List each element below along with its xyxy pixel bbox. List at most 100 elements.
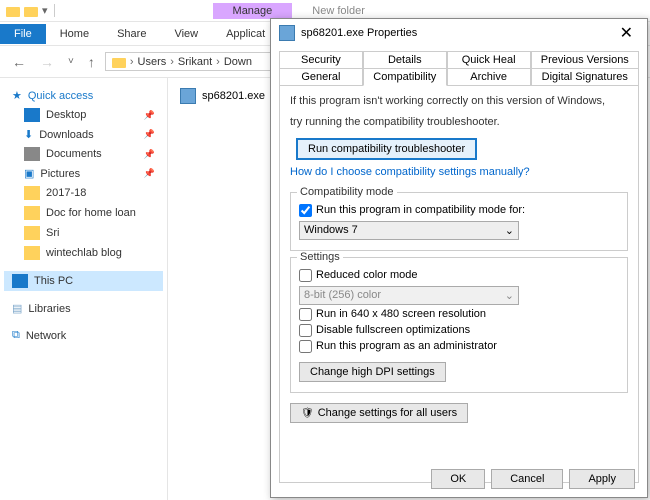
help-text: If this program isn't working correctly … [290,94,628,109]
settings-group: Settings Reduced color mode 8-bit (256) … [290,257,628,393]
apply-button[interactable]: Apply [569,469,635,489]
checkbox-label: Run in 640 x 480 screen resolution [316,308,486,320]
sidebar-item-label: Sri [46,227,59,239]
breadcrumb-item[interactable]: Users [138,56,167,68]
sidebar-item-label: Quick access [28,90,93,102]
checkbox-label: Reduced color mode [316,269,418,281]
tab-security[interactable]: Security [279,51,363,69]
quick-access-toolbar: ▾ [0,4,63,17]
help-link[interactable]: How do I choose compatibility settings m… [290,166,530,178]
contextual-tab-manage[interactable]: Manage [213,3,293,19]
run-troubleshooter-button[interactable]: Run compatibility troubleshooter [296,138,477,160]
folder-icon [24,186,40,200]
network-icon: ⧉ [12,329,20,342]
sidebar-item-label: 2017-18 [46,187,86,199]
color-mode-select: 8-bit (256) color ⌄ [299,286,519,305]
checkbox-label: Run this program as an administrator [316,340,497,352]
breadcrumb-item[interactable]: Down [224,56,252,68]
exe-icon [279,25,295,41]
sidebar-item-label: Network [26,330,66,342]
cancel-button[interactable]: Cancel [491,469,563,489]
disable-fullscreen-checkbox[interactable]: Disable fullscreen optimizations [299,324,619,337]
dialog-title: sp68201.exe Properties [301,27,417,39]
select-value: 8-bit (256) color [304,289,381,301]
chevron-icon: › [216,56,220,68]
sidebar-item-label: Pictures [40,168,80,180]
sidebar-item-label: This PC [34,275,73,287]
low-res-checkbox[interactable]: Run in 640 x 480 screen resolution [299,308,619,321]
sidebar-item[interactable]: 2017-18 [4,183,163,203]
ribbon-file[interactable]: File [0,24,46,44]
sidebar-item-label: Downloads [39,129,93,141]
tab-digital-signatures[interactable]: Digital Signatures [531,68,639,86]
pictures-icon: ▣ [24,167,34,180]
ribbon-view[interactable]: View [160,24,212,44]
history-dropdown[interactable]: ˅ [64,54,78,69]
back-button[interactable]: ← [8,52,30,72]
tab-compatibility[interactable]: Compatibility [363,68,447,86]
chevron-icon: › [170,56,174,68]
up-button[interactable]: ↑ [84,52,99,72]
checkbox-input[interactable] [299,308,312,321]
checkbox-input[interactable] [299,324,312,337]
sidebar-desktop[interactable]: Desktop📌 [4,105,163,125]
sidebar-item-label: wintechlab blog [46,247,122,259]
sidebar-quick-access[interactable]: ★ Quick access [4,86,163,105]
pin-icon: 📌 [144,168,155,179]
run-as-admin-checkbox[interactable]: Run this program as an administrator [299,340,619,353]
tab-panel-compatibility: If this program isn't working correctly … [279,85,639,483]
sidebar-item-label: Documents [46,148,102,160]
ok-button[interactable]: OK [431,469,485,489]
tab-strip: Security Details Quick Heal Previous Ver… [271,47,647,85]
sidebar-item-label: Libraries [28,303,70,315]
dialog-titlebar[interactable]: sp68201.exe Properties ✕ [271,19,647,47]
qat-overflow[interactable]: ▾ [42,4,48,17]
tab-archive[interactable]: Archive [447,68,531,86]
compat-os-select[interactable]: Windows 7 ⌄ [299,221,519,240]
change-all-users-button[interactable]: Change settings for all users [290,403,468,423]
compat-mode-checkbox[interactable]: Run this program in compatibility mode f… [299,204,619,217]
pin-icon: 📌 [144,129,155,140]
sidebar-this-pc[interactable]: This PC [4,271,163,291]
folder-icon [24,206,40,220]
sidebar-downloads[interactable]: ⬇ Downloads 📌 [4,125,163,144]
sidebar-item[interactable]: Sri [4,223,163,243]
sidebar-libraries[interactable]: ▤Libraries [4,299,163,318]
window-title: New folder [292,3,385,19]
monitor-icon [12,274,28,288]
forward-button[interactable]: → [36,52,58,72]
sidebar-network[interactable]: ⧉ Network [4,326,163,345]
properties-dialog: sp68201.exe Properties ✕ Security Detail… [270,18,648,498]
file-name: sp68201.exe [202,90,265,102]
tab-details[interactable]: Details [363,51,447,69]
sidebar-item[interactable]: wintechlab blog [4,243,163,263]
sidebar: ★ Quick access Desktop📌 ⬇ Downloads 📌 Docum… [0,78,168,500]
desktop-icon [24,108,40,122]
change-dpi-button[interactable]: Change high DPI settings [299,362,446,382]
folder-icon[interactable] [6,7,20,17]
close-button[interactable]: ✕ [614,23,639,43]
chevron-down-icon: ⌄ [505,289,514,302]
tab-quickheal[interactable]: Quick Heal [447,51,531,69]
sidebar-item-label: Doc for home loan [46,207,136,219]
checkbox-label: Disable fullscreen optimizations [316,324,470,336]
sidebar-pictures[interactable]: ▣ Pictures 📌 [4,164,163,183]
tab-general[interactable]: General [279,68,363,86]
star-icon: ★ [12,89,22,102]
folder-icon [24,246,40,260]
breadcrumb-item[interactable]: Srikant [178,56,212,68]
sidebar-documents[interactable]: Documents📌 [4,144,163,164]
exe-icon [180,88,196,104]
ribbon-home[interactable]: Home [46,24,103,44]
checkbox-input[interactable] [299,340,312,353]
download-icon: ⬇ [24,128,33,141]
checkbox-input[interactable] [299,269,312,282]
checkbox-input[interactable] [299,204,312,217]
reduced-color-checkbox[interactable]: Reduced color mode [299,269,619,282]
checkbox-label: Run this program in compatibility mode f… [316,204,525,216]
sidebar-item[interactable]: Doc for home loan [4,203,163,223]
tab-previous-versions[interactable]: Previous Versions [531,51,639,69]
folder-icon[interactable] [24,7,38,17]
ribbon-share[interactable]: Share [103,24,160,44]
help-text: try running the compatibility troublesho… [290,115,628,130]
